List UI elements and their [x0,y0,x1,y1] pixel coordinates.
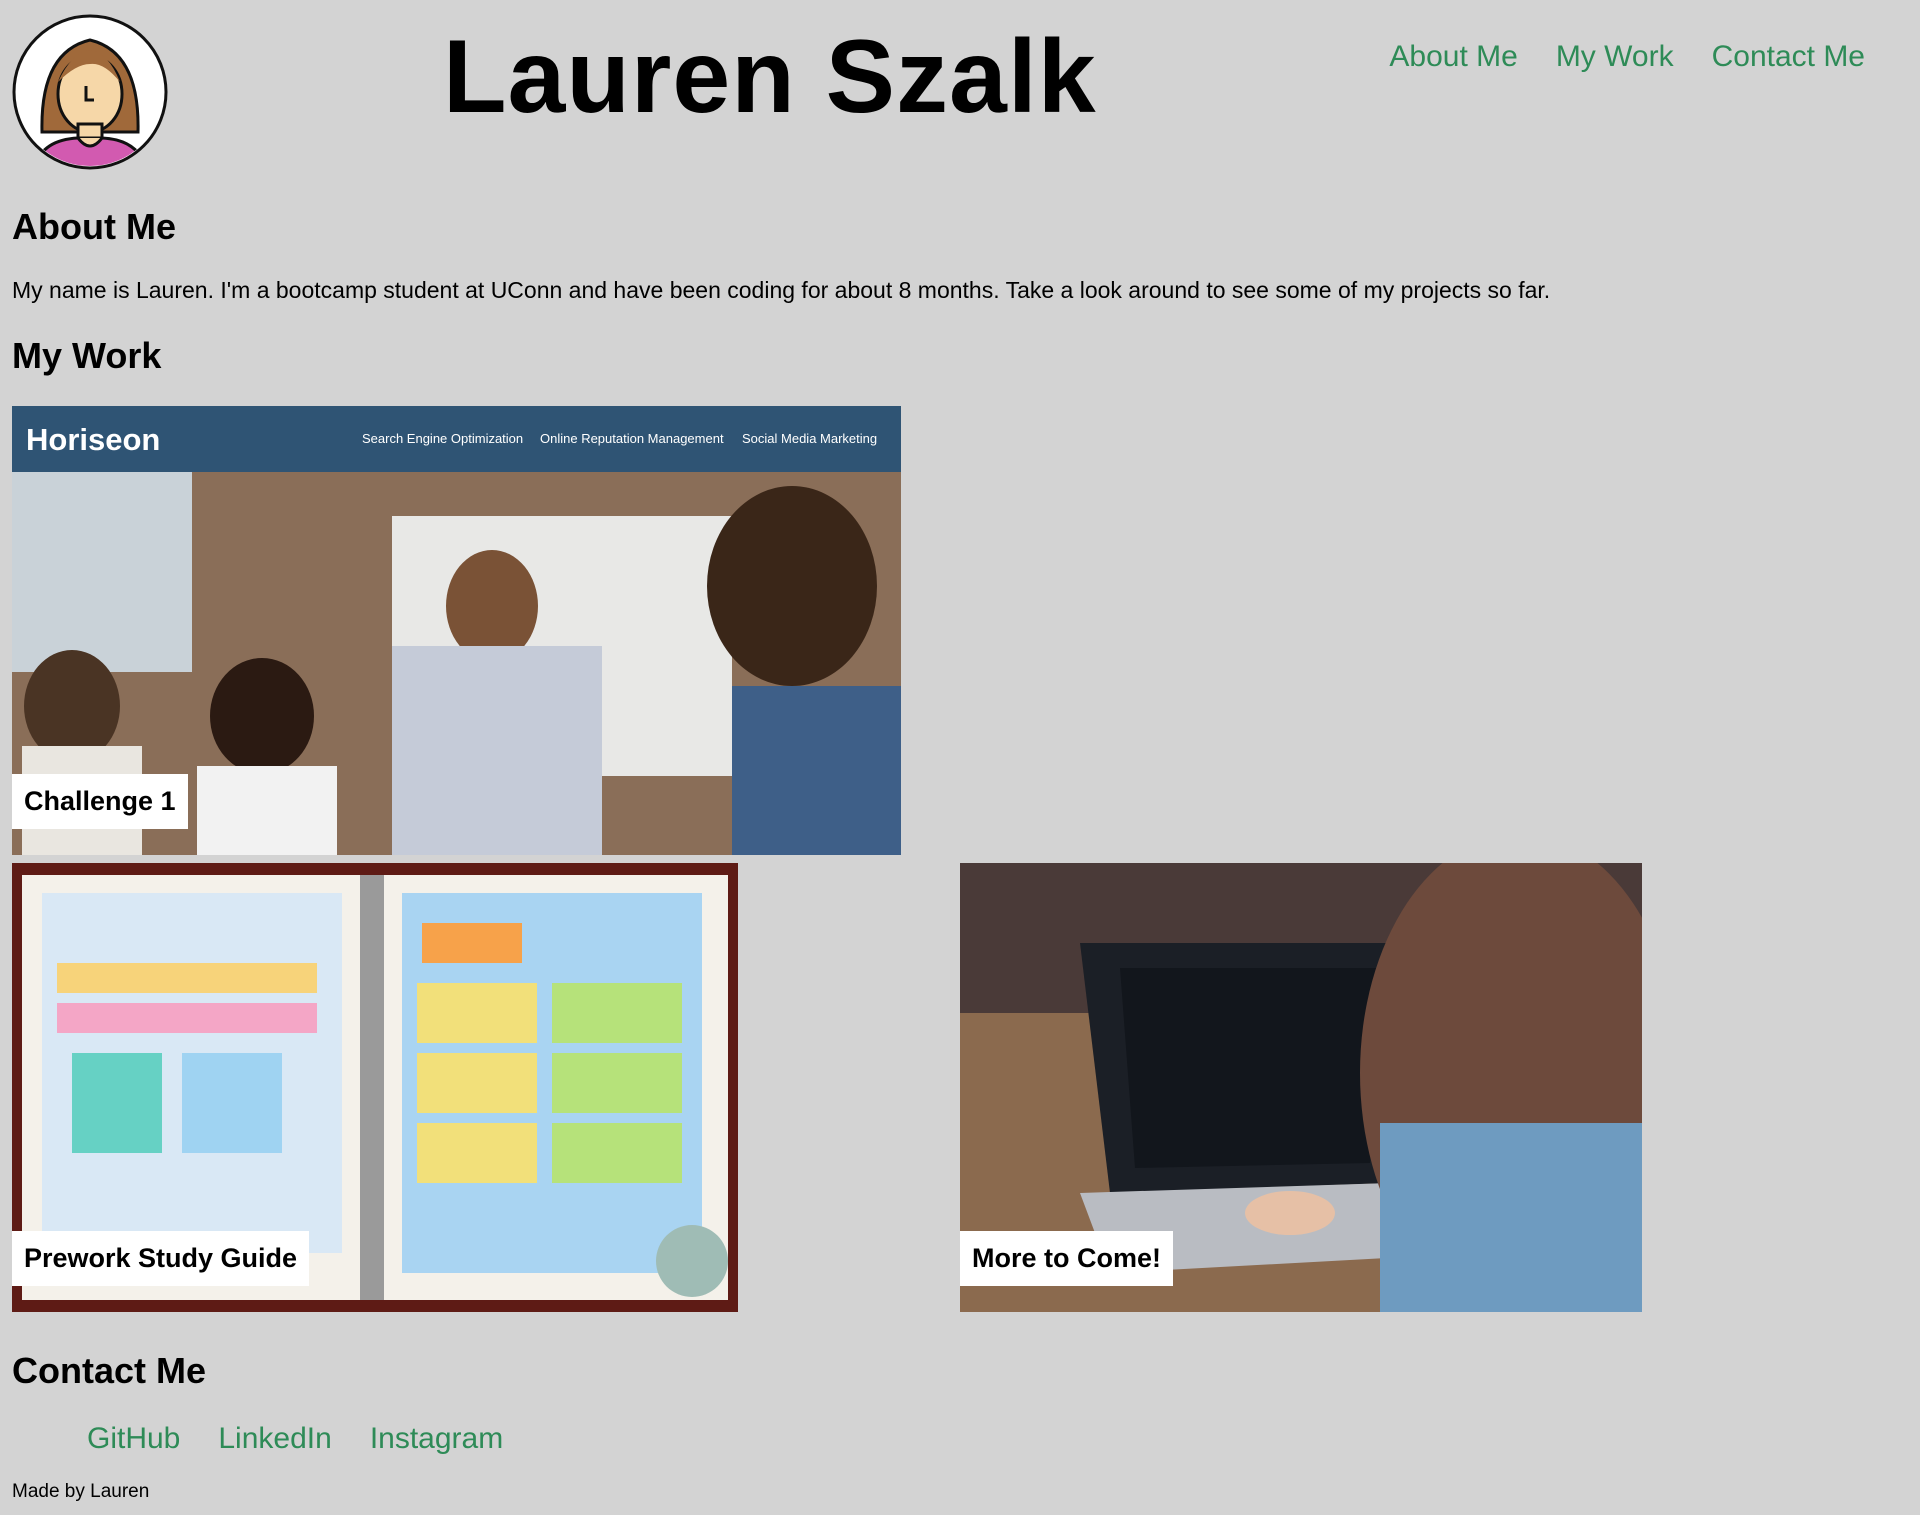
work-heading: My Work [12,335,162,376]
tile-label: Challenge 1 [12,774,188,829]
contact-links: GitHub LinkedIn Instagram [87,1424,503,1454]
horiseon-nav-orm: Online Reputation Management [540,431,724,446]
contact-link-github[interactable]: GitHub [87,1424,180,1454]
work-tile-more-to-come[interactable]: More to Come! [960,863,1642,1312]
work-tile-prework-study-guide[interactable]: Prework Study Guide [12,863,738,1312]
footer-text: Made by Lauren [12,1481,150,1502]
top-nav: About Me My Work Contact Me [1389,42,1865,72]
contact-heading: Contact Me [12,1350,207,1391]
nav-link-about-me[interactable]: About Me [1389,42,1517,72]
work-tile-challenge-1[interactable]: Horiseon Search Engine Optimization Onli… [12,406,901,855]
horiseon-brand: Horiseon [26,422,160,457]
tile-label: Prework Study Guide [12,1231,310,1286]
tile-label: More to Come! [960,1231,1173,1286]
horiseon-nav-smm: Social Media Marketing [742,431,877,446]
nav-link-contact-me[interactable]: Contact Me [1712,42,1865,72]
contact-link-linkedin[interactable]: LinkedIn [218,1424,331,1454]
about-heading: About Me [12,206,176,247]
contact-link-instagram[interactable]: Instagram [370,1424,503,1454]
avatar [12,14,168,170]
page-title: Lauren Szalk [443,19,1097,135]
nav-link-my-work[interactable]: My Work [1556,42,1674,72]
about-text: My name is Lauren. I'm a bootcamp studen… [12,277,1551,303]
horiseon-nav-seo: Search Engine Optimization [362,431,523,446]
